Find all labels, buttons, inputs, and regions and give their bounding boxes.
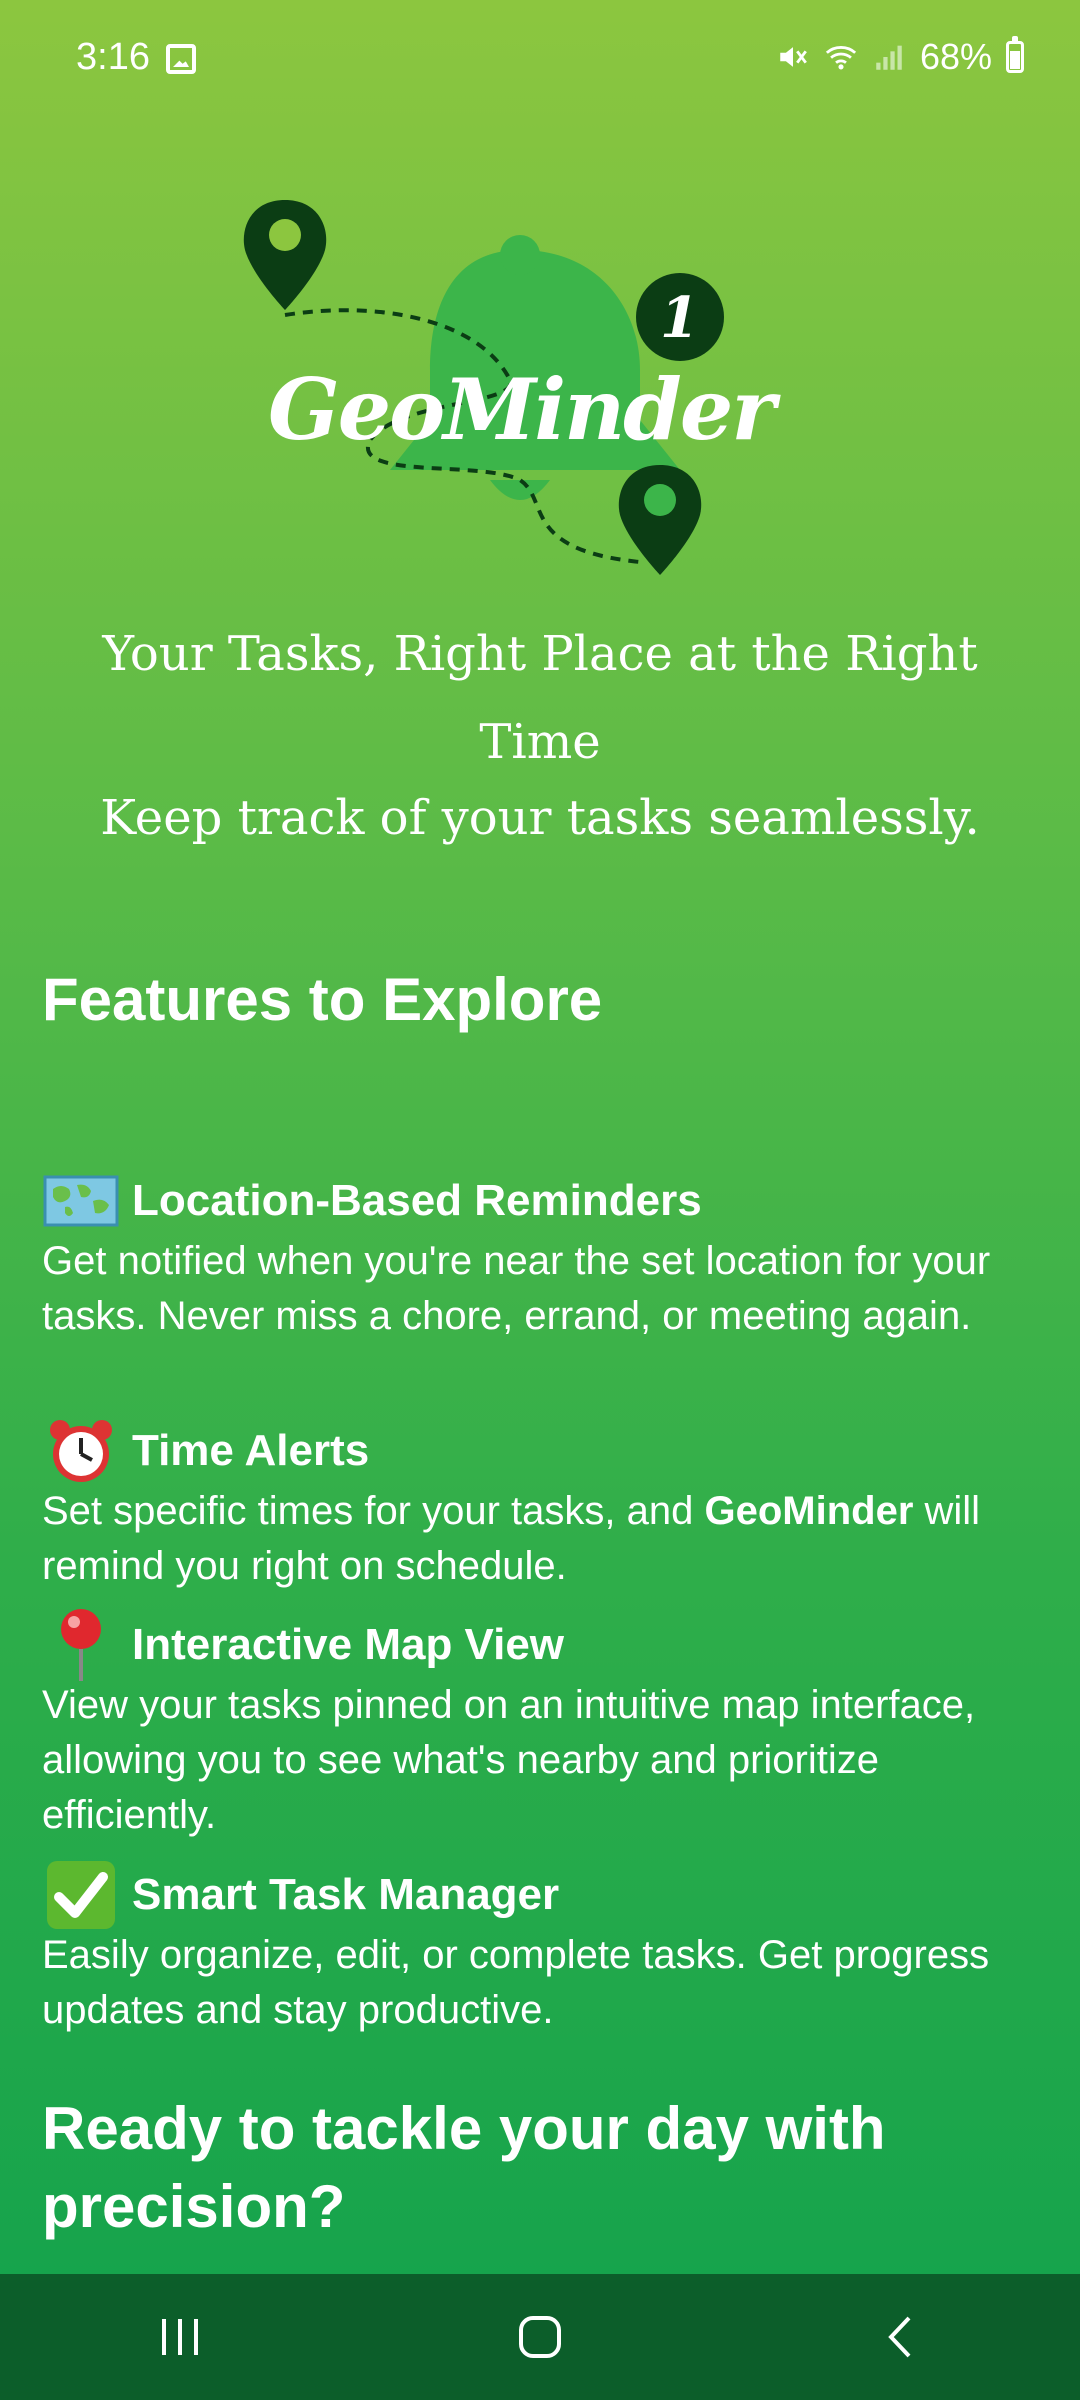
world-map-icon (42, 1168, 120, 1234)
tagline: Your Tasks, Right Place at the Right Tim… (102, 626, 978, 770)
status-bar: 3:16 68% (0, 0, 1080, 120)
feature-description: Easily organize, edit, or complete tasks… (42, 1933, 990, 2032)
feature-description: Set specific times for your tasks, and G… (42, 1484, 1042, 1594)
gallery-icon (166, 44, 196, 74)
feature-title: Interactive Map View (42, 1609, 1042, 1681)
section-heading: Features to Explore (42, 966, 603, 1033)
app-name-bold: GeoMinder (704, 1489, 914, 1533)
battery-percent: 68% (919, 36, 992, 77)
battery-icon (1006, 36, 1024, 73)
map-pin-icon (243, 200, 327, 310)
back-button[interactable] (840, 2287, 960, 2387)
status-time: 3:16 (76, 36, 150, 78)
cta-heading: Ready to tackle your day with precision? (42, 2095, 886, 2240)
feature-title-text: Time Alerts (132, 1426, 370, 1475)
pushpin-icon (42, 1609, 120, 1681)
home-icon (519, 2316, 561, 2358)
feature-title: Location-Based Reminders (42, 1168, 1042, 1234)
feature-title: Smart Task Manager (42, 1861, 1042, 1929)
back-icon (888, 2316, 911, 2358)
subtagline: Keep track of your tasks seamlessly. (100, 790, 980, 846)
check-mark-icon (42, 1861, 120, 1929)
feature-description: View your tasks pinned on an intuitive m… (42, 1683, 976, 1837)
mute-icon (780, 47, 807, 67)
feature-desc-part: Set specific times for your tasks, and (42, 1489, 705, 1533)
feature-map-view: Interactive Map View View your tasks pin… (42, 1609, 1042, 1843)
app-logo-text: GeoMinder (268, 360, 776, 459)
feature-title-text: Smart Task Manager (132, 1870, 560, 1919)
wifi-icon (825, 46, 857, 70)
notification-badge-count: 1 (660, 285, 699, 351)
recent-apps-icon (162, 2319, 198, 2355)
feature-task-manager: Smart Task Manager Easily organize, edit… (42, 1861, 1042, 2038)
status-icons: 68% (776, 36, 1024, 78)
map-pin-icon (618, 465, 702, 575)
recent-apps-button[interactable] (120, 2287, 240, 2387)
feature-description: Get notified when you're near the set lo… (42, 1239, 991, 1338)
home-button[interactable] (480, 2287, 600, 2387)
feature-title-text: Interactive Map View (132, 1620, 565, 1669)
alarm-clock-icon (42, 1418, 120, 1484)
feature-title: Time Alerts (42, 1418, 1042, 1484)
signal-icon (876, 45, 902, 70)
logo-illustration: 1 GeoMinder (220, 180, 780, 600)
feature-title-text: Location-Based Reminders (132, 1176, 702, 1225)
feature-time-alerts: Time Alerts Set specific times for your … (42, 1418, 1042, 1594)
feature-location-reminders: Location-Based Reminders Get notified wh… (42, 1168, 1042, 1344)
navigation-bar (0, 2274, 1080, 2400)
